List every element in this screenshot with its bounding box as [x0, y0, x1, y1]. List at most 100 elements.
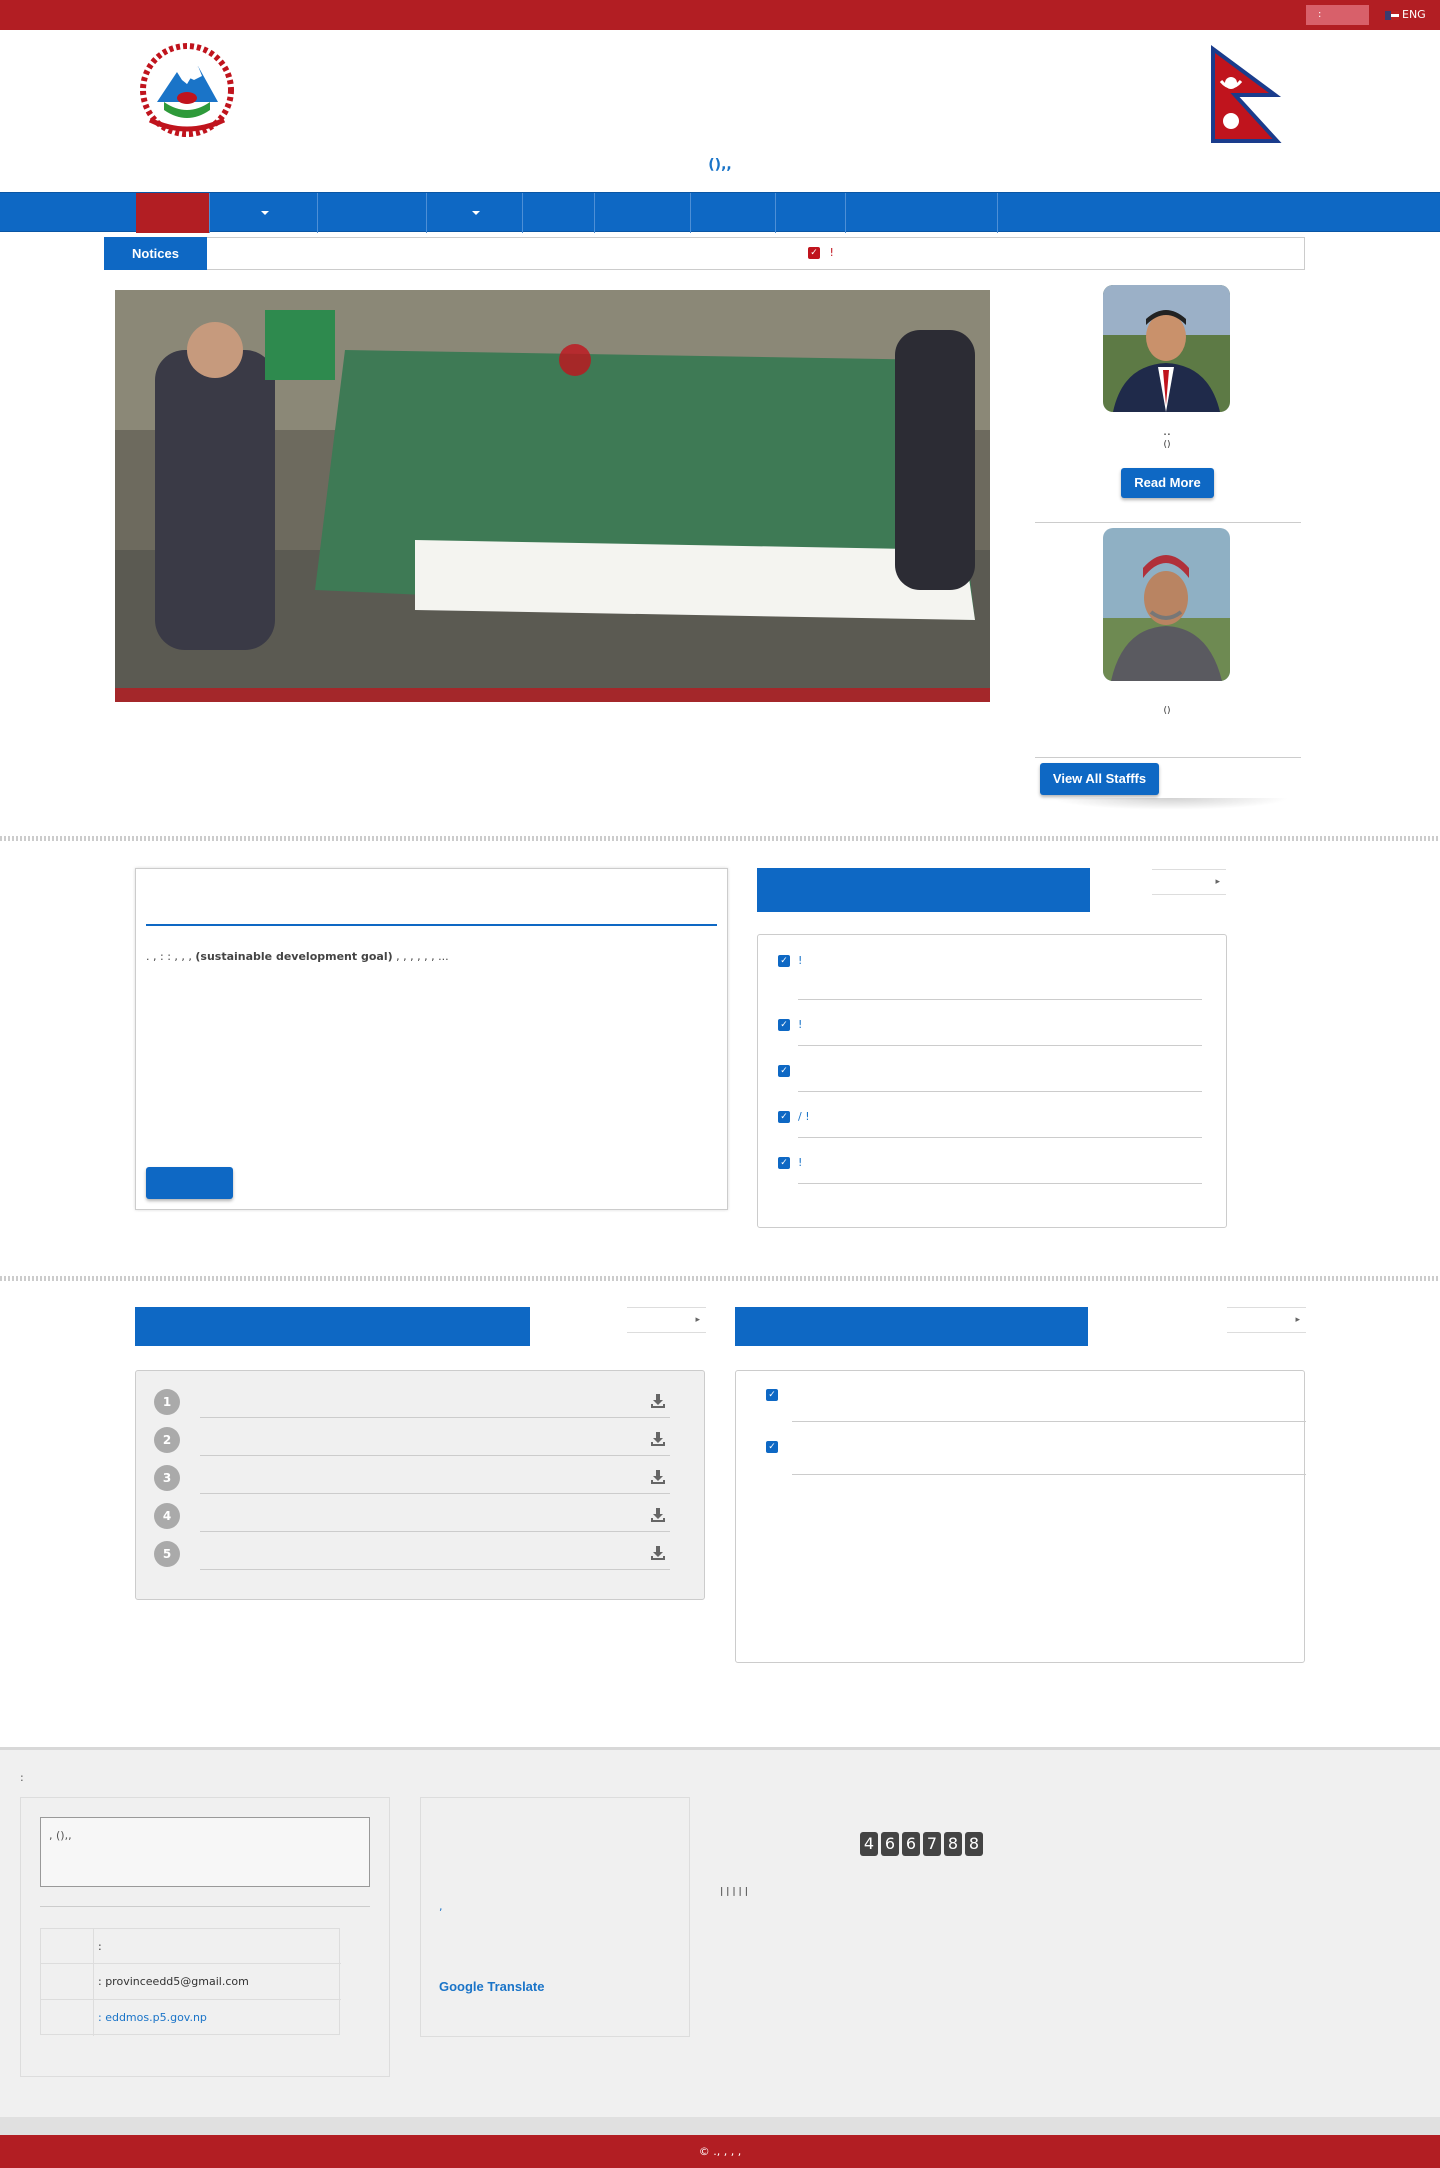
read-more-button[interactable]: Read More: [1121, 468, 1214, 498]
shadow-decoration: [1050, 798, 1290, 810]
notice-marquee-item[interactable]: ✓ !: [808, 246, 834, 259]
office-address: (),,: [708, 157, 732, 173]
slider-indicator-bar: [115, 688, 990, 702]
notice-separator: [798, 1091, 1202, 1092]
download-separator: [200, 1531, 670, 1532]
check-square-icon: ✓: [808, 247, 820, 259]
press-item[interactable]: ✓: [766, 1383, 1290, 1403]
press-item[interactable]: ✓: [766, 1435, 1290, 1455]
download-item[interactable]: 5: [154, 1541, 684, 1579]
email-value[interactable]: : provinceedd5@gmail.com: [93, 1964, 249, 2000]
check-square-icon: ✓: [778, 955, 790, 967]
staff-name-1: ..: [1163, 424, 1171, 438]
about-panel: . , : : , , , (sustainable development g…: [135, 868, 728, 1210]
notice-separator: [798, 1137, 1202, 1138]
staff-divider: [1035, 757, 1301, 758]
nav-item-9[interactable]: [846, 193, 998, 233]
contact-row-web: : eddmos.p5.gov.np: [41, 2000, 341, 2036]
nav-home[interactable]: [136, 193, 210, 233]
download-number: 4: [154, 1503, 180, 1529]
counter-digit: 4: [860, 1832, 878, 1856]
notice-item[interactable]: ✓ !: [778, 1153, 1218, 1173]
download-item[interactable]: 4: [154, 1503, 684, 1541]
download-item[interactable]: 1: [154, 1389, 684, 1427]
about-title-underline: [146, 924, 717, 926]
about-text-b: , , , , , , ...: [396, 950, 449, 963]
staff-post-2: (): [1163, 706, 1171, 716]
about-text: . , : : , , , (sustainable development g…: [146, 947, 717, 967]
download-number: 1: [154, 1389, 180, 1415]
press-separator: [792, 1474, 1306, 1475]
counter-digit: 6: [881, 1832, 899, 1856]
nav-item-5[interactable]: [523, 193, 595, 233]
press-panel: ✓ ✓: [735, 1370, 1306, 1663]
about-text-a: . , : : , , ,: [146, 950, 196, 963]
nav-item-8[interactable]: [776, 193, 846, 233]
notice-item-text: !: [798, 1156, 803, 1169]
notice-item[interactable]: ✓ !: [778, 951, 1218, 991]
download-icon[interactable]: [650, 1393, 666, 1409]
download-number: 5: [154, 1541, 180, 1567]
notice-panel-title: [757, 868, 1090, 912]
notices-ticker: [104, 237, 1305, 270]
download-icon[interactable]: [650, 1431, 666, 1447]
top-bar: : ENG: [0, 0, 1440, 30]
notice-marquee-text: !: [826, 246, 834, 259]
contact-row-phone: :: [41, 1929, 341, 1964]
notice-separator: [798, 999, 1202, 1000]
notice-panel: ✓ ! ✓ ! ✓ ✓ / ! ✓ !: [757, 934, 1227, 1228]
staff-photo-2: [1103, 528, 1230, 681]
language-nepali-button[interactable]: :: [1306, 5, 1369, 25]
downloads-title: [135, 1307, 530, 1346]
nav-item-6[interactable]: [595, 193, 691, 233]
contact-table: : : provinceedd5@gmail.com : eddmos.p5.g…: [40, 1928, 341, 2036]
language-english-button[interactable]: ENG: [1385, 5, 1426, 25]
download-icon[interactable]: [650, 1469, 666, 1485]
copyright-bar: © ., , , ,: [0, 2135, 1440, 2168]
notice-item[interactable]: ✓: [778, 1061, 1218, 1081]
google-translate-link[interactable]: Google Translate: [439, 1979, 544, 1994]
footer-separator: [40, 1906, 370, 1907]
downloads-more-link[interactable]: [627, 1307, 706, 1333]
footer-link[interactable]: ,: [439, 1900, 443, 1913]
notice-more-link[interactable]: [1152, 869, 1226, 895]
check-square-icon: ✓: [778, 1111, 790, 1123]
nav-item-7[interactable]: [691, 193, 776, 233]
press-title: [735, 1307, 1088, 1346]
download-icon[interactable]: [650, 1507, 666, 1523]
counter-digit: 8: [965, 1832, 983, 1856]
downloads-panel: 1 2 3 4 5: [135, 1370, 705, 1600]
download-separator: [200, 1417, 670, 1418]
nepal-emblem-logo[interactable]: [132, 40, 242, 140]
notices-label: Notices: [104, 237, 207, 270]
notice-item-text: !: [798, 1018, 803, 1031]
download-item[interactable]: 3: [154, 1465, 684, 1503]
contact-row-email: : provinceedd5@gmail.com: [41, 1964, 341, 2000]
image-slider[interactable]: [115, 290, 990, 702]
footer-bottom-links: | | | | |: [720, 1887, 748, 1897]
nav-item-3[interactable]: [318, 193, 427, 233]
web-value[interactable]: : eddmos.p5.gov.np: [93, 2000, 207, 2036]
check-square-icon: ✓: [778, 1157, 790, 1169]
nav-about[interactable]: [210, 193, 318, 233]
staff-post-1: (): [1163, 440, 1171, 450]
download-separator: [200, 1569, 670, 1570]
notice-item-text: !: [798, 954, 803, 967]
download-separator: [200, 1455, 670, 1456]
staff-divider: [1035, 522, 1301, 523]
language-english-label: ENG: [1402, 8, 1426, 21]
us-flag-icon: [1385, 10, 1399, 20]
read-more-about-button[interactable]: [146, 1167, 233, 1199]
press-more-link[interactable]: [1227, 1307, 1306, 1333]
staff-photo-1: [1103, 285, 1230, 412]
notice-item-text: / !: [798, 1110, 810, 1123]
download-item[interactable]: 2: [154, 1427, 684, 1465]
notice-item[interactable]: ✓ !: [778, 1015, 1218, 1035]
nav-item-4[interactable]: [427, 193, 523, 233]
notice-item[interactable]: ✓ / !: [778, 1107, 1218, 1127]
view-all-staff-button[interactable]: View All Stafffs: [1040, 763, 1159, 795]
nepal-flag-icon: [1205, 45, 1285, 145]
download-icon[interactable]: [650, 1545, 666, 1561]
footer-links-panel: , Google Translate: [420, 1797, 690, 2037]
chevron-down-icon: [472, 211, 480, 215]
